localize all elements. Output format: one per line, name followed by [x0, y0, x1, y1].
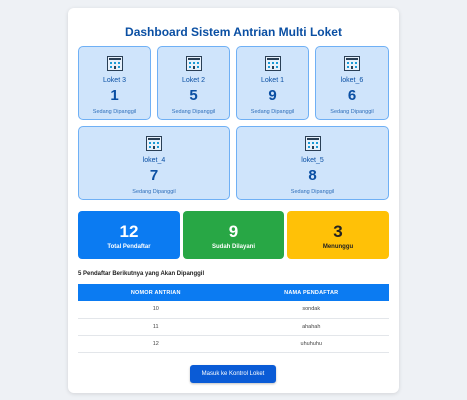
- loket-status: Sedang Dipanggil: [92, 109, 137, 115]
- loket-card-loket-3: Loket 3 1 Sedang Dipanggil: [78, 46, 151, 120]
- loket-name: Loket 1: [261, 77, 284, 84]
- cell-nama: sondak: [233, 301, 389, 319]
- stat-total-pendaftar: 12 Total Pendaftar: [78, 211, 180, 259]
- building-icon: [344, 56, 360, 71]
- cell-nomor: 10: [78, 301, 234, 319]
- loket-queue-number: 1: [110, 87, 119, 104]
- loket-card-loket-1: Loket 1 9 Sedang Dipanggil: [236, 46, 309, 120]
- table-header-row: NOMOR ANTRIAN NAMA PENDAFTAR: [78, 284, 389, 301]
- building-icon: [106, 56, 123, 71]
- loket-status: Sedang Dipanggil: [132, 189, 176, 195]
- stat-value: 9: [228, 222, 239, 241]
- loket-card-loket-5: loket_5 8 Sedang Dipanggil: [236, 126, 389, 200]
- column-header-nomor: NOMOR ANTRIAN: [78, 284, 234, 301]
- loket-name: loket_6: [340, 77, 364, 84]
- loket-queue-number: 9: [268, 87, 277, 104]
- cell-nama: ahahah: [233, 318, 389, 336]
- building-icon: [185, 56, 202, 71]
- stat-label: Menunggu: [322, 244, 354, 250]
- stat-value: 12: [119, 222, 139, 241]
- control-loket-button[interactable]: Masuk ke Kontrol Loket: [190, 365, 276, 383]
- loket-name: Loket 3: [103, 77, 126, 84]
- loket-status: Sedang Dipanggil: [290, 189, 335, 195]
- next-queue-table: NOMOR ANTRIAN NAMA PENDAFTAR 10 sondak 1…: [78, 284, 389, 353]
- table-row: 12 uhuhuhu: [78, 335, 389, 353]
- table-row: 11 ahahah: [78, 318, 389, 336]
- loket-card-loket-4: loket_4 7 Sedang Dipanggil: [78, 126, 230, 200]
- cell-nomor: 11: [78, 318, 234, 336]
- loket-queue-number: 7: [149, 167, 159, 184]
- loket-queue-number: 6: [347, 87, 357, 104]
- loket-name: loket_4: [142, 157, 166, 164]
- loket-queue-number: 5: [189, 87, 198, 104]
- loket-status: Sedang Dipanggil: [250, 109, 295, 115]
- stat-value: 3: [333, 222, 343, 241]
- dashboard-card: Dashboard Sistem Antrian Multi Loket Lok…: [68, 8, 399, 393]
- cell-nama: uhuhuhu: [233, 335, 389, 353]
- stat-label: Total Pendaftar: [107, 244, 151, 250]
- loket-status: Sedang Dipanggil: [171, 109, 216, 115]
- loket-card-loket-6: loket_6 6 Sedang Dipanggil: [315, 46, 389, 120]
- loket-name: Loket 2: [182, 77, 205, 84]
- stat-menunggu: 3 Menunggu: [287, 211, 389, 259]
- cell-nomor: 12: [78, 335, 234, 353]
- column-header-nama: NAMA PENDAFTAR: [233, 284, 389, 301]
- loket-queue-number: 8: [308, 167, 317, 184]
- building-icon: [264, 56, 281, 71]
- next-queue-heading: 5 Pendaftar Berikutnya yang Akan Dipangg…: [78, 271, 205, 277]
- loket-name: loket_5: [301, 157, 324, 164]
- loket-status: Sedang Dipanggil: [330, 109, 374, 115]
- building-icon: [304, 136, 321, 151]
- page-title: Dashboard Sistem Antrian Multi Loket: [125, 25, 342, 39]
- loket-card-loket-2: Loket 2 5 Sedang Dipanggil: [157, 46, 230, 120]
- table-row: 10 sondak: [78, 301, 389, 319]
- stat-label: Sudah Dilayani: [211, 244, 255, 250]
- stat-sudah-dilayani: 9 Sudah Dilayani: [183, 211, 284, 259]
- building-icon: [146, 136, 162, 151]
